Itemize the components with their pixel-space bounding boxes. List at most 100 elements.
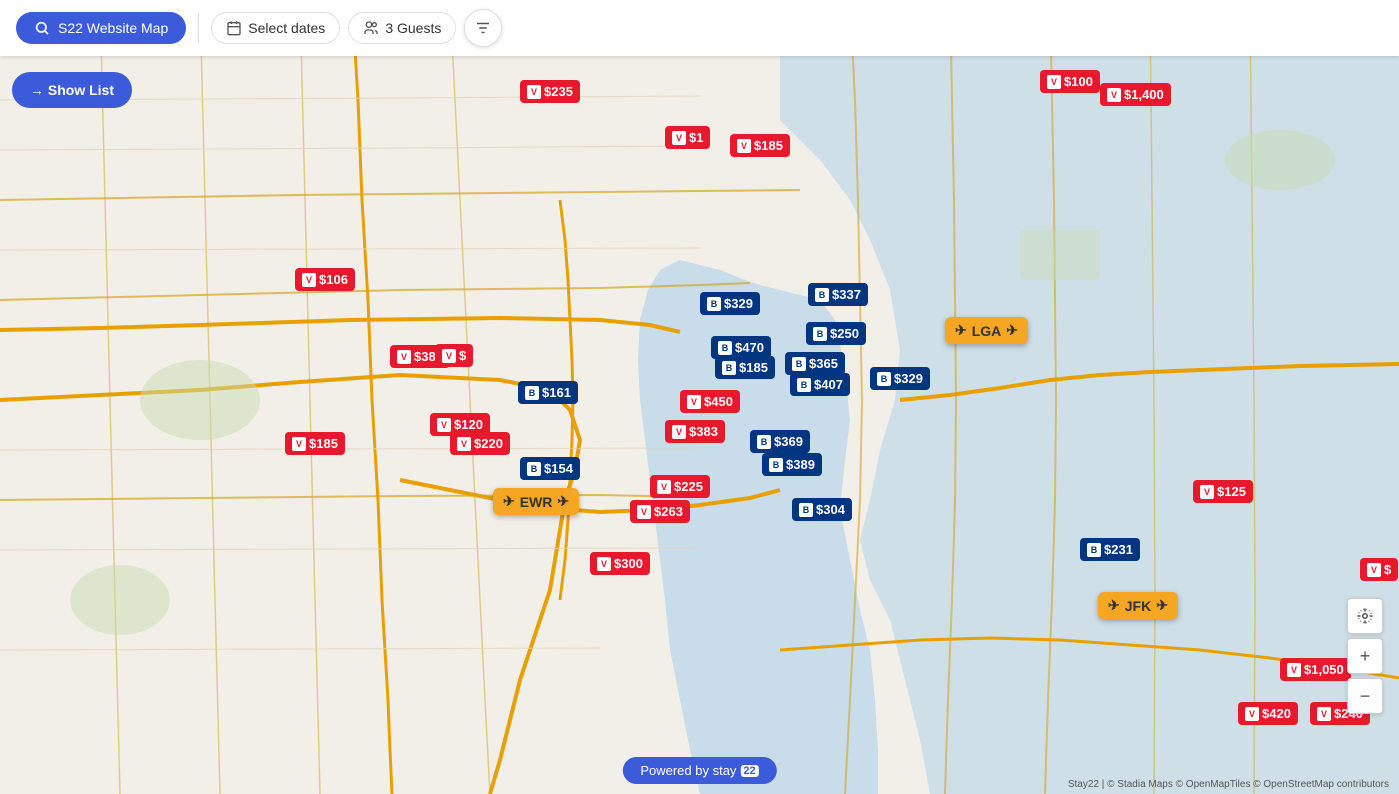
guests-button[interactable]: 3 Guests [348, 12, 456, 44]
search-button[interactable]: S22 Website Map [16, 12, 186, 44]
map-controls: + − [1347, 598, 1383, 714]
price-label: $470 [735, 340, 764, 355]
vrbo-icon: V [637, 505, 651, 519]
price-marker-b10[interactable]: B$369 [750, 430, 810, 453]
price-marker-m12[interactable]: V$225 [650, 475, 710, 498]
vrbo-icon: V [397, 350, 411, 364]
filter-button[interactable] [464, 9, 502, 47]
filter-icon [474, 19, 492, 37]
vrbo-icon: V [457, 437, 471, 451]
price-label: $250 [830, 326, 859, 341]
price-marker-b8[interactable]: B$329 [870, 367, 930, 390]
dates-label: Select dates [248, 20, 325, 36]
booking-icon: B [1087, 543, 1101, 557]
airport-code: JFK [1125, 598, 1151, 614]
zoom-in-button[interactable]: + [1347, 638, 1383, 674]
guests-icon [363, 20, 379, 36]
airport-code: LGA [972, 323, 1002, 339]
price-label: $407 [814, 377, 843, 392]
price-marker-b3[interactable]: B$250 [806, 322, 866, 345]
price-label: $1,050 [1304, 662, 1344, 677]
price-marker-m1[interactable]: V$235 [520, 80, 580, 103]
price-marker-b5[interactable]: B$185 [715, 356, 775, 379]
booking-icon: B [877, 372, 891, 386]
booking-icon: B [813, 327, 827, 341]
show-list-button[interactable]: → Show List [12, 72, 132, 108]
price-label: $329 [724, 296, 753, 311]
calendar-icon [226, 20, 242, 36]
booking-icon: B [707, 297, 721, 311]
price-marker-m17[interactable]: V$100 [1040, 70, 1100, 93]
price-label: $225 [674, 479, 703, 494]
zoom-in-label: + [1360, 646, 1371, 667]
vrbo-icon: V [1317, 707, 1331, 721]
zoom-out-button[interactable]: − [1347, 678, 1383, 714]
price-label: $329 [894, 371, 923, 386]
price-marker-b11[interactable]: B$389 [762, 453, 822, 476]
airport-marker-jfk[interactable]: ✈ JFK ✈ [1098, 592, 1178, 619]
price-marker-m15[interactable]: V$125 [1193, 480, 1253, 503]
top-nav: S22 Website Map Select dates 3 Guests [0, 0, 1399, 56]
price-marker-b13[interactable]: B$154 [520, 457, 580, 480]
price-marker-m2[interactable]: V$1 [665, 126, 710, 149]
price-marker-b2[interactable]: B$337 [808, 283, 868, 306]
price-marker-m21[interactable]: V$ [1360, 558, 1398, 581]
price-label: $220 [474, 436, 503, 451]
vrbo-icon: V [1047, 75, 1061, 89]
price-marker-m11[interactable]: V$120 [430, 413, 490, 436]
vrbo-icon: V [437, 418, 451, 432]
airport-marker-lga[interactable]: ✈LGA✈ [945, 317, 1028, 344]
price-label: $ [1384, 562, 1391, 577]
attribution-text: Stay22 | © Stadia Maps © OpenMapTiles © … [1068, 779, 1389, 790]
price-marker-b6[interactable]: B$365 [785, 352, 845, 375]
airport-code: EWR [520, 494, 553, 510]
price-label: $185 [309, 436, 338, 451]
booking-icon: B [525, 386, 539, 400]
price-label: $369 [774, 434, 803, 449]
price-marker-b14[interactable]: B$231 [1080, 538, 1140, 561]
plane-icon-2: ✈ [1006, 322, 1018, 339]
price-marker-m8[interactable]: V$383 [665, 420, 725, 443]
price-label: $304 [816, 502, 845, 517]
price-marker-m16[interactable]: V$1,400 [1100, 83, 1171, 106]
vrbo-icon: V [1287, 663, 1301, 677]
map-container: S22 Website Map Select dates 3 Guests [0, 0, 1399, 794]
price-marker-m4[interactable]: V$106 [295, 268, 355, 291]
price-label: $185 [739, 360, 768, 375]
vrbo-icon: V [1107, 88, 1121, 102]
price-marker-b7[interactable]: B$407 [790, 373, 850, 396]
price-marker-b12[interactable]: B$304 [792, 498, 852, 521]
price-label: $1,400 [1124, 87, 1164, 102]
price-marker-b1[interactable]: B$329 [700, 292, 760, 315]
price-marker-m14[interactable]: V$300 [590, 552, 650, 575]
dates-button[interactable]: Select dates [211, 12, 340, 44]
price-label: $100 [1064, 74, 1093, 89]
search-icon [34, 20, 50, 36]
price-marker-m6[interactable]: V$ [435, 344, 473, 367]
price-marker-m13[interactable]: V$263 [630, 500, 690, 523]
plane-icon-2: ✈ [1156, 597, 1168, 614]
price-marker-m7[interactable]: V$450 [680, 390, 740, 413]
price-label: $263 [654, 504, 683, 519]
price-label: $1 [689, 130, 703, 145]
booking-icon: B [722, 361, 736, 375]
price-marker-b9[interactable]: B$161 [518, 381, 578, 404]
vrbo-icon: V [657, 480, 671, 494]
powered-by: Powered by stay 22 [622, 757, 776, 784]
price-marker-m3[interactable]: V$185 [730, 134, 790, 157]
price-marker-m9[interactable]: V$185 [285, 432, 345, 455]
booking-icon: B [792, 357, 806, 371]
price-label: $235 [544, 84, 573, 99]
price-marker-m19[interactable]: V$420 [1238, 702, 1298, 725]
vrbo-icon: V [302, 273, 316, 287]
plane-icon: ✈ [1108, 597, 1120, 614]
price-label: $337 [832, 287, 861, 302]
booking-icon: B [815, 288, 829, 302]
zoom-out-label: − [1360, 686, 1371, 707]
vrbo-icon: V [1367, 563, 1381, 577]
price-label: $185 [754, 138, 783, 153]
price-marker-m18[interactable]: V$1,050 [1280, 658, 1351, 681]
locate-button[interactable] [1347, 598, 1383, 634]
airport-marker-ewr[interactable]: ✈EWR✈ [493, 488, 579, 515]
vrbo-icon: V [442, 349, 456, 363]
